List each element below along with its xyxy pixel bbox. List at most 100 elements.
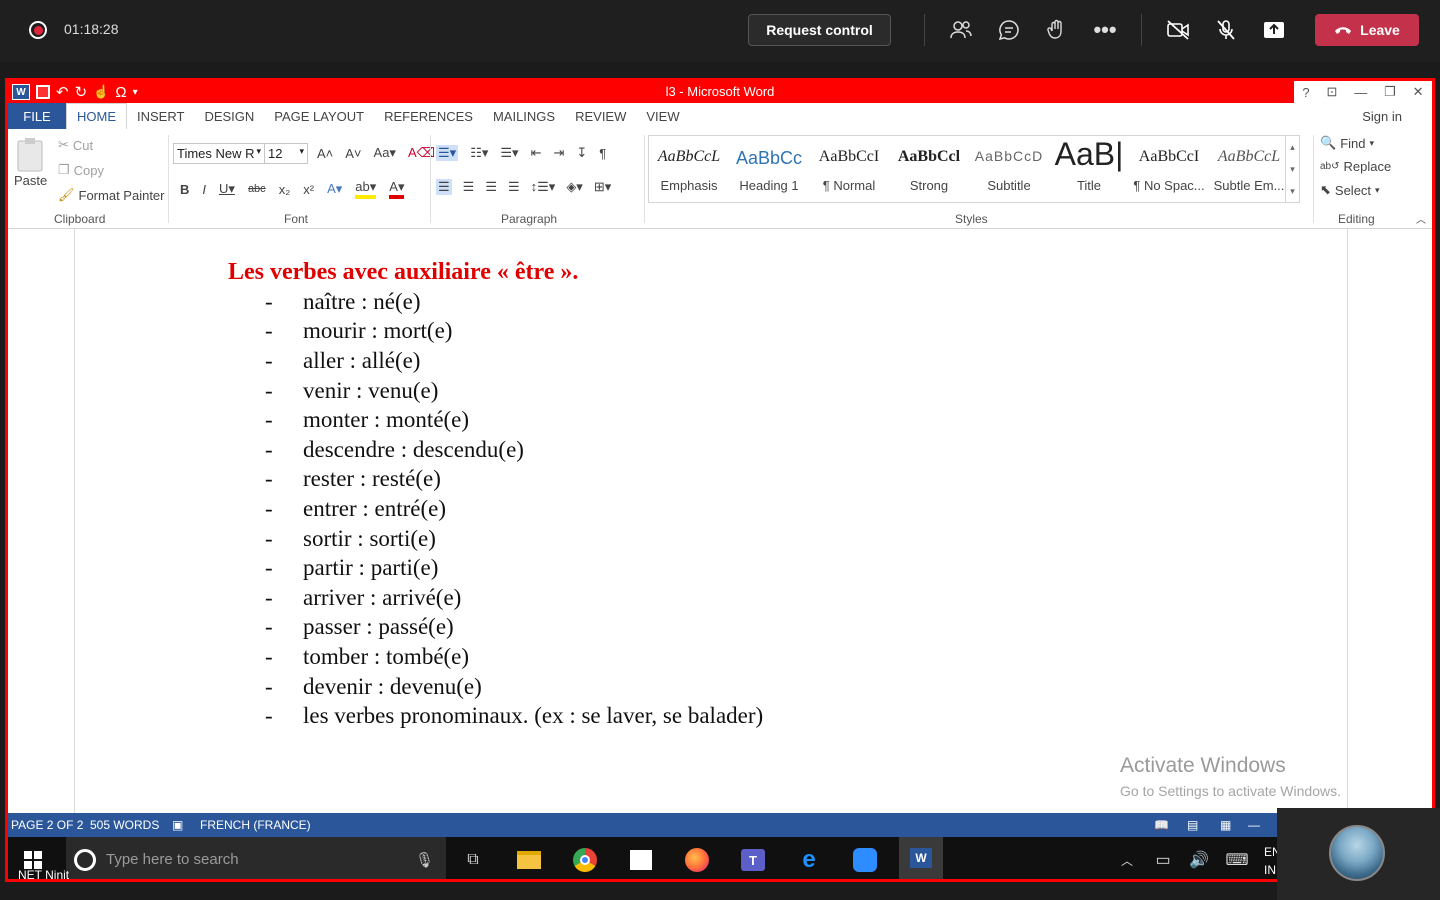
shrink-font-icon[interactable]: A˅ xyxy=(345,146,361,161)
more-options-icon[interactable]: ••• xyxy=(1091,16,1119,44)
sign-in-link[interactable]: Sign in xyxy=(1362,109,1402,124)
keyboard-icon[interactable]: ⌨ xyxy=(1222,845,1252,875)
maximize-icon[interactable]: ❐ xyxy=(1384,84,1396,100)
chevron-down-icon: ▾ xyxy=(1369,137,1375,148)
mic-off-icon[interactable] xyxy=(1212,16,1240,44)
tab-view[interactable]: VIEW xyxy=(636,103,689,129)
chevron-up-icon[interactable]: ▴ xyxy=(1290,142,1295,153)
participants-icon[interactable] xyxy=(947,16,975,44)
font-size-box[interactable]: 12 ▾ xyxy=(264,143,308,164)
replace-button[interactable]: ab↺ Replace xyxy=(1320,159,1391,174)
minimize-icon[interactable]: — xyxy=(1354,85,1367,100)
camera-off-icon[interactable] xyxy=(1164,16,1192,44)
style-normal[interactable]: AaBbCcI ¶ Normal xyxy=(809,136,889,202)
tab-page-layout[interactable]: PAGE LAYOUT xyxy=(264,103,374,129)
underline-icon[interactable]: U▾ xyxy=(219,181,235,197)
style-strong[interactable]: AaBbCcl Strong xyxy=(889,136,969,202)
store-icon[interactable] xyxy=(626,845,656,875)
teams-app-icon[interactable]: T xyxy=(738,845,768,875)
increase-indent-icon[interactable]: ⇥ xyxy=(553,145,564,161)
read-mode-icon[interactable]: 📖 xyxy=(1154,818,1169,832)
decrease-indent-icon[interactable]: ⇤ xyxy=(531,145,542,161)
borders-icon[interactable]: ⊞▾ xyxy=(594,179,611,195)
edge-icon[interactable]: e xyxy=(794,845,824,875)
chevron-down-icon[interactable]: ▾ xyxy=(1290,164,1295,175)
justify-icon[interactable]: ☰ xyxy=(508,179,520,195)
format-painter-button[interactable]: 🖌 Format Painter xyxy=(58,187,165,203)
align-right-icon[interactable]: ☰ xyxy=(485,179,497,195)
tab-file[interactable]: FILE xyxy=(8,103,66,129)
chrome-icon[interactable] xyxy=(570,845,600,875)
share-screen-icon[interactable] xyxy=(1260,16,1288,44)
align-center-icon[interactable]: ☰ xyxy=(463,179,475,195)
zoom-out-icon[interactable]: — xyxy=(1248,818,1260,832)
collapse-ribbon-icon[interactable]: ︿ xyxy=(1416,211,1426,226)
raise-hand-icon[interactable] xyxy=(1043,16,1071,44)
ribbon-display-icon[interactable]: ⊡ xyxy=(1327,84,1338,100)
zoom-app-icon[interactable] xyxy=(850,845,880,875)
copy-button[interactable]: ❐ Copy xyxy=(58,162,104,178)
style-subtle-emphasis[interactable]: AaBbCcL Subtle Em... xyxy=(1209,136,1289,202)
change-case-icon[interactable]: Aa▾ xyxy=(374,145,396,161)
taskbar-search-input[interactable]: Type here to search 🎙 xyxy=(66,837,446,879)
language-indicator[interactable]: FRENCH (FRANCE) xyxy=(200,818,311,832)
font-name-box[interactable]: Times New R ▾ xyxy=(173,143,265,164)
volume-icon[interactable]: 🔊 xyxy=(1184,845,1214,875)
participant-video-tile[interactable] xyxy=(1277,808,1440,900)
align-left-icon[interactable]: ☰ xyxy=(436,179,452,195)
sort-icon[interactable]: ↧ xyxy=(576,145,587,161)
italic-icon[interactable]: I xyxy=(202,182,206,197)
task-view-icon[interactable]: ⧉ xyxy=(458,845,488,875)
tab-insert[interactable]: INSERT xyxy=(127,103,194,129)
request-control-button[interactable]: Request control xyxy=(748,14,891,46)
tab-review[interactable]: REVIEW xyxy=(565,103,636,129)
style-no-spacing[interactable]: AaBbCcI ¶ No Spac... xyxy=(1129,136,1209,202)
close-icon[interactable]: ✕ xyxy=(1413,84,1424,100)
numbering-icon[interactable]: ☷▾ xyxy=(470,145,488,161)
show-marks-icon[interactable]: ¶ xyxy=(599,146,606,161)
tab-design[interactable]: DESIGN xyxy=(194,103,264,129)
leave-button[interactable]: Leave xyxy=(1315,14,1419,46)
firefox-icon[interactable] xyxy=(682,845,712,875)
microphone-icon[interactable]: 🎙 xyxy=(415,851,434,869)
bold-icon[interactable]: B xyxy=(180,182,189,197)
highlight-icon[interactable]: ab▾ xyxy=(355,179,377,199)
tab-mailings[interactable]: MAILINGS xyxy=(483,103,565,129)
font-color-icon[interactable]: A▾ xyxy=(389,179,405,199)
tab-references[interactable]: REFERENCES xyxy=(374,103,483,129)
proofing-icon[interactable]: ▣ xyxy=(172,818,183,832)
bullets-icon[interactable]: ☰▾ xyxy=(436,145,459,161)
paste-button[interactable]: Paste xyxy=(14,137,47,188)
file-explorer-icon[interactable] xyxy=(514,845,544,875)
cut-button[interactable]: ✂ Cut xyxy=(58,137,93,153)
line-spacing-icon[interactable]: ↕☰▾ xyxy=(531,179,556,195)
grow-font-icon[interactable]: A˄ xyxy=(317,146,333,161)
battery-icon[interactable]: ▭ xyxy=(1148,845,1178,875)
chat-icon[interactable] xyxy=(995,16,1023,44)
select-button[interactable]: ⬉ Select ▾ xyxy=(1320,182,1380,198)
document-area: Les verbes avec auxiliaire « être ». - na… xyxy=(8,229,1432,813)
find-button[interactable]: 🔍 Find ▾ xyxy=(1320,135,1374,151)
help-icon[interactable]: ? xyxy=(1302,85,1309,100)
tab-home[interactable]: HOME xyxy=(66,103,127,129)
style-emphasis[interactable]: AaBbCcL Emphasis xyxy=(649,136,729,202)
strikethrough-icon[interactable]: abc xyxy=(248,183,266,195)
style-subtitle[interactable]: AaBbCcD Subtitle xyxy=(969,136,1049,202)
multilevel-list-icon[interactable]: ☰▾ xyxy=(500,145,518,161)
page-count[interactable]: PAGE 2 OF 2 xyxy=(11,818,83,832)
expand-gallery-icon[interactable]: ▾ xyxy=(1290,186,1295,197)
subscript-icon[interactable]: x₂ xyxy=(279,182,291,197)
text-effects-icon[interactable]: A▾ xyxy=(327,181,342,197)
superscript-icon[interactable]: x² xyxy=(303,182,314,197)
show-hidden-icons[interactable]: ︿ xyxy=(1112,845,1142,875)
print-layout-icon[interactable]: ▤ xyxy=(1187,818,1198,832)
style-heading-1[interactable]: AaBbCc Heading 1 xyxy=(729,136,809,202)
list-item-text: aller : allé(e) xyxy=(303,347,421,373)
document-page[interactable]: Les verbes avec auxiliaire « être ». - na… xyxy=(74,229,1348,813)
shading-icon[interactable]: ◈▾ xyxy=(566,179,583,195)
word-count[interactable]: 505 WORDS xyxy=(90,818,159,832)
word-app-icon[interactable]: W xyxy=(899,837,943,879)
web-layout-icon[interactable]: ▦ xyxy=(1220,818,1231,832)
style-title[interactable]: AaB| Title xyxy=(1049,136,1129,202)
styles-scroll[interactable]: ▴ ▾ ▾ xyxy=(1285,136,1299,202)
